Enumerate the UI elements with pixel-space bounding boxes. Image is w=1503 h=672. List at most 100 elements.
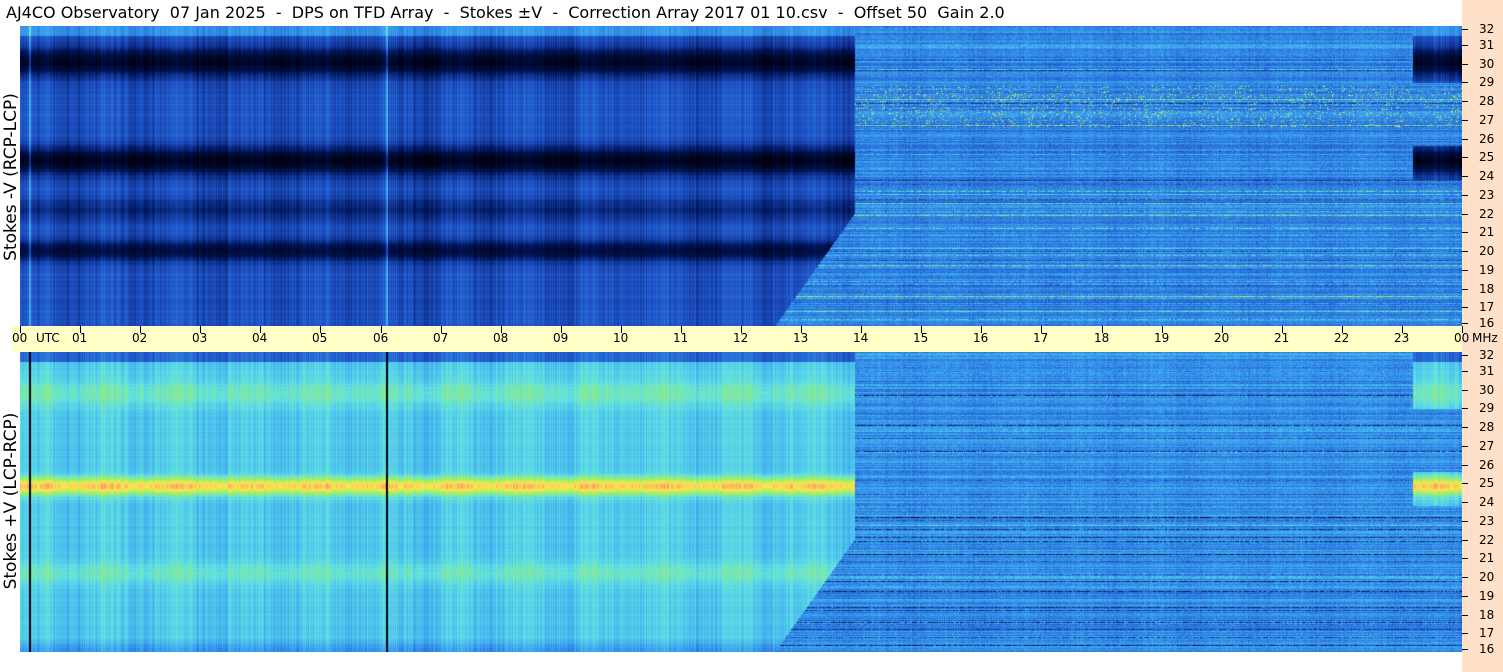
- time-tick-label: 15: [913, 331, 929, 345]
- freq-tick: [1462, 270, 1468, 271]
- freq-tick: [1462, 139, 1468, 140]
- freq-tick-label: 17: [1479, 300, 1495, 314]
- time-tick-label: 02: [132, 331, 148, 345]
- time-tick-label: 04: [252, 331, 268, 345]
- freq-axis-unit: MHz: [1472, 331, 1498, 345]
- time-tick-label: 07: [433, 331, 449, 345]
- time-tick-label: 19: [1154, 331, 1170, 345]
- freq-tick-label: 19: [1479, 589, 1495, 603]
- freq-tick-label: 21: [1479, 225, 1495, 239]
- freq-tick: [1462, 615, 1468, 616]
- spectrogram-panel-stokes-minus-v: [20, 26, 1462, 326]
- freq-tick: [1462, 355, 1468, 356]
- freq-tick: [1462, 157, 1468, 158]
- time-tick-label: 00: [12, 331, 28, 345]
- freq-tick: [1462, 64, 1468, 65]
- freq-tick-label: 31: [1479, 364, 1495, 378]
- freq-tick-label: 18: [1479, 282, 1495, 296]
- freq-tick-label: 26: [1479, 132, 1495, 146]
- freq-tick-label: 29: [1479, 401, 1495, 415]
- y-axis-label-bottom: Stokes +V (LCP-RCP): [1, 412, 21, 590]
- freq-tick-label: 27: [1479, 113, 1495, 127]
- freq-tick-label: 16: [1479, 316, 1495, 330]
- freq-tick: [1462, 558, 1468, 559]
- time-tick-label: 20: [1214, 331, 1230, 345]
- time-tick-label: 09: [553, 331, 569, 345]
- freq-tick: [1462, 408, 1468, 409]
- freq-tick-label: 30: [1479, 57, 1495, 71]
- freq-tick-label: 29: [1479, 75, 1495, 89]
- freq-tick-label: 25: [1479, 476, 1495, 490]
- time-tick-label: 00: [1454, 331, 1470, 345]
- freq-tick-label: 22: [1479, 207, 1495, 221]
- time-tick-label: 10: [613, 331, 629, 345]
- time-tick-label: 03: [192, 331, 208, 345]
- freq-tick: [1462, 214, 1468, 215]
- freq-tick: [1462, 82, 1468, 83]
- freq-tick-label: 27: [1479, 439, 1495, 453]
- freq-tick: [1462, 465, 1468, 466]
- freq-tick: [1462, 390, 1468, 391]
- freq-tick-label: 25: [1479, 150, 1495, 164]
- freq-tick-label: 19: [1479, 263, 1495, 277]
- freq-tick: [1462, 502, 1468, 503]
- time-tick-label: 18: [1094, 331, 1110, 345]
- time-tick-label: 06: [373, 331, 389, 345]
- freq-tick: [1462, 649, 1468, 650]
- freq-tick: [1462, 101, 1468, 102]
- freq-tick-label: 32: [1479, 22, 1495, 36]
- freq-tick: [1462, 633, 1468, 634]
- time-axis-unit: UTC: [36, 331, 60, 345]
- freq-tick: [1462, 483, 1468, 484]
- time-tick-label: 13: [793, 331, 809, 345]
- freq-tick-label: 24: [1479, 169, 1495, 183]
- freq-tick: [1462, 232, 1468, 233]
- freq-tick-label: 28: [1479, 94, 1495, 108]
- time-tick-label: 17: [1033, 331, 1049, 345]
- freq-tick: [1462, 371, 1468, 372]
- freq-tick-label: 21: [1479, 551, 1495, 565]
- freq-tick-label: 18: [1479, 608, 1495, 622]
- time-tick-label: 08: [493, 331, 509, 345]
- freq-tick: [1462, 446, 1468, 447]
- freq-tick-label: 31: [1479, 38, 1495, 52]
- freq-tick-label: 32: [1479, 348, 1495, 362]
- freq-tick: [1462, 323, 1468, 324]
- time-tick-label: 05: [312, 331, 328, 345]
- freq-tick: [1462, 577, 1468, 578]
- time-tick-label: 12: [733, 331, 749, 345]
- freq-tick-label: 26: [1479, 458, 1495, 472]
- time-tick-label: 22: [1334, 331, 1350, 345]
- freq-tick: [1462, 289, 1468, 290]
- time-tick-label: 14: [853, 331, 869, 345]
- freq-tick-label: 20: [1479, 244, 1495, 258]
- chart-title: AJ4CO Observatory 07 Jan 2025 - DPS on T…: [0, 0, 1462, 26]
- freq-tick: [1462, 29, 1468, 30]
- time-tick-label: 01: [72, 331, 88, 345]
- time-tick-label: 11: [673, 331, 689, 345]
- freq-tick: [1462, 427, 1468, 428]
- freq-tick-label: 24: [1479, 495, 1495, 509]
- time-tick-label: 23: [1394, 331, 1410, 345]
- freq-tick-label: 30: [1479, 383, 1495, 397]
- freq-tick-label: 17: [1479, 626, 1495, 640]
- freq-tick-label: 23: [1479, 188, 1495, 202]
- freq-tick: [1462, 540, 1468, 541]
- freq-tick-label: 16: [1479, 642, 1495, 656]
- freq-tick: [1462, 596, 1468, 597]
- freq-tick: [1462, 195, 1468, 196]
- freq-tick: [1462, 521, 1468, 522]
- freq-tick: [1462, 176, 1468, 177]
- freq-tick: [1462, 45, 1468, 46]
- freq-tick: [1462, 120, 1468, 121]
- freq-tick: [1462, 307, 1468, 308]
- spectrogram-panel-stokes-plus-v: [20, 352, 1462, 652]
- freq-tick-label: 28: [1479, 420, 1495, 434]
- time-tick-label: 21: [1274, 331, 1290, 345]
- time-tick-label: 16: [973, 331, 989, 345]
- freq-tick: [1462, 251, 1468, 252]
- freq-tick-label: 23: [1479, 514, 1495, 528]
- y-axis-label-top: Stokes -V (RCP-LCP): [1, 93, 21, 261]
- freq-tick-label: 22: [1479, 533, 1495, 547]
- freq-tick-label: 20: [1479, 570, 1495, 584]
